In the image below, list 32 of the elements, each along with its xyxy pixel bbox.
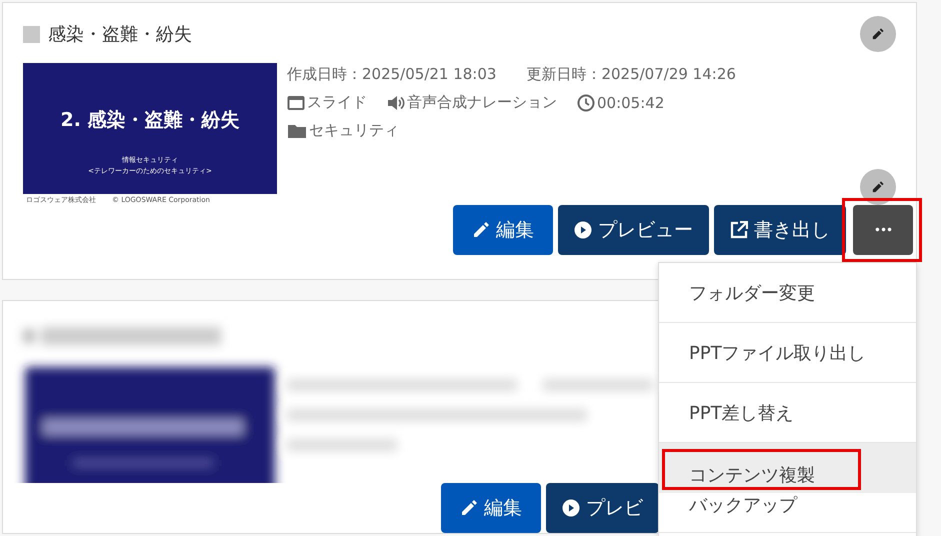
clock-icon (577, 94, 595, 112)
created-date: 作成日時：2025/05/21 18:03 (287, 65, 496, 84)
menu-item[interactable]: バックアップ (659, 493, 916, 533)
menu-item[interactable]: PPTファイル取り出し (659, 323, 916, 383)
export-icon (730, 221, 748, 239)
menu-item[interactable]: フォルダー変更 (659, 263, 916, 323)
pencil-button[interactable] (860, 16, 896, 52)
edit-button[interactable]: 編集 (453, 205, 553, 255)
meta-text: スライド (307, 93, 367, 112)
edit-button[interactable]: 編集 (441, 483, 541, 533)
meta-text: 00:05:42 (597, 94, 664, 112)
pencil-icon (872, 28, 884, 40)
content-title: 感染・盗難・紛失 (48, 23, 193, 46)
updated-date: 更新日時：2025/07/29 14:26 (526, 65, 736, 84)
pencil-button[interactable] (860, 169, 896, 205)
more-button[interactable]: ••• (853, 205, 913, 255)
preview-button[interactable]: プレビ (546, 483, 659, 533)
meta-text: 音声合成ナレーション (407, 93, 557, 112)
speaker-icon (387, 94, 405, 110)
menu-item[interactable]: コンテンツ複製 (659, 443, 916, 493)
checkbox[interactable] (23, 26, 40, 42)
play-icon (562, 499, 580, 517)
slide-heading: 2. 感染・盗難・紛失 (60, 108, 240, 133)
folder-icon (287, 122, 307, 138)
folder-name: セキュリティ (309, 121, 399, 140)
export-button[interactable]: 書き出し (714, 205, 846, 255)
pencil-icon (472, 221, 490, 239)
slide-icon (287, 94, 305, 110)
pencil-icon (460, 499, 478, 517)
pencil-icon (872, 181, 884, 193)
play-icon (574, 221, 592, 239)
preview-button[interactable]: プレビュー (558, 205, 709, 255)
